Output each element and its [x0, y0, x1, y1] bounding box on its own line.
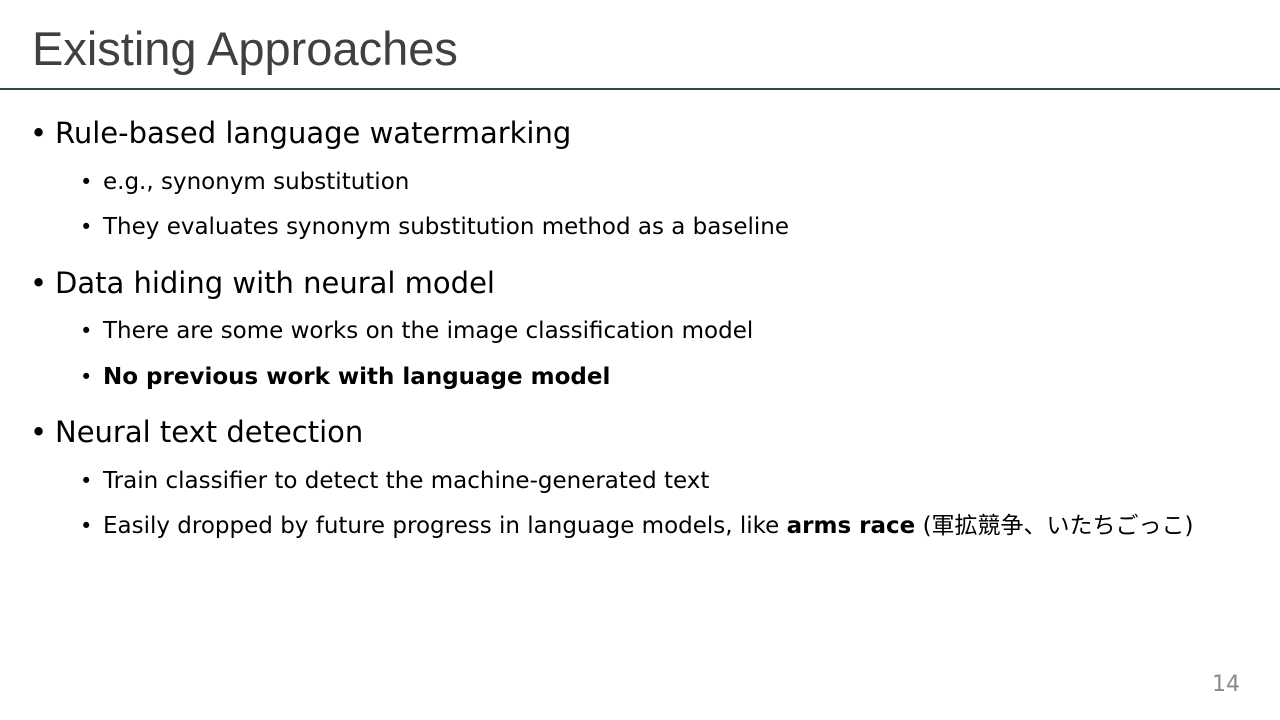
bullet-text: Neural text detection	[55, 415, 364, 449]
bullet-marker: •	[30, 116, 48, 150]
bullet-marker: •	[80, 365, 93, 389]
bullet-marker: •	[80, 170, 93, 194]
bullet-marker: •	[80, 469, 93, 493]
sub-bullet-item: • They evaluates synonym substitution met…	[80, 212, 789, 242]
bullet-item: • Rule-based language watermarking	[30, 115, 571, 151]
sub-bullet-text: Train classifier to detect the machine-g…	[103, 468, 710, 494]
bullet-text: Data hiding with neural model	[55, 266, 495, 300]
sub-bullet-item: • Easily dropped by future progress in la…	[80, 511, 1194, 541]
sub-bullet-item: • There are some works on the image class…	[80, 316, 753, 346]
sub-bullet-item: • Train classifier to detect the machine-…	[80, 466, 709, 496]
bullet-list: • Rule-based language watermarking • e.g.,…	[0, 0, 1280, 720]
sub-bullet-text: There are some works on the image classi…	[103, 318, 754, 344]
bullet-marker: •	[30, 266, 48, 300]
sub-bullet-text: Easily dropped by future progress in lan…	[103, 513, 787, 539]
bullet-marker: •	[30, 415, 48, 449]
sub-bullet-emphasis: arms race	[786, 513, 916, 539]
sub-bullet-item: • No previous work with language model	[80, 362, 610, 392]
bullet-text: Rule-based language watermarking	[55, 116, 572, 150]
sub-bullet-item: • e.g., synonym substitution	[80, 167, 409, 197]
bullet-item: • Neural text detection	[30, 414, 363, 450]
bullet-marker: •	[80, 514, 93, 538]
page-number: 14	[1212, 672, 1240, 697]
bullet-marker: •	[80, 215, 93, 239]
sub-bullet-text: (軍拡競争、いたちごっこ)	[915, 513, 1194, 539]
bullet-item: • Data hiding with neural model	[30, 265, 495, 301]
sub-bullet-text: They evaluates synonym substitution meth…	[103, 214, 790, 240]
bullet-marker: •	[80, 319, 93, 343]
sub-bullet-text-bold: No previous work with language model	[103, 364, 611, 390]
sub-bullet-text: e.g., synonym substitution	[103, 169, 410, 195]
